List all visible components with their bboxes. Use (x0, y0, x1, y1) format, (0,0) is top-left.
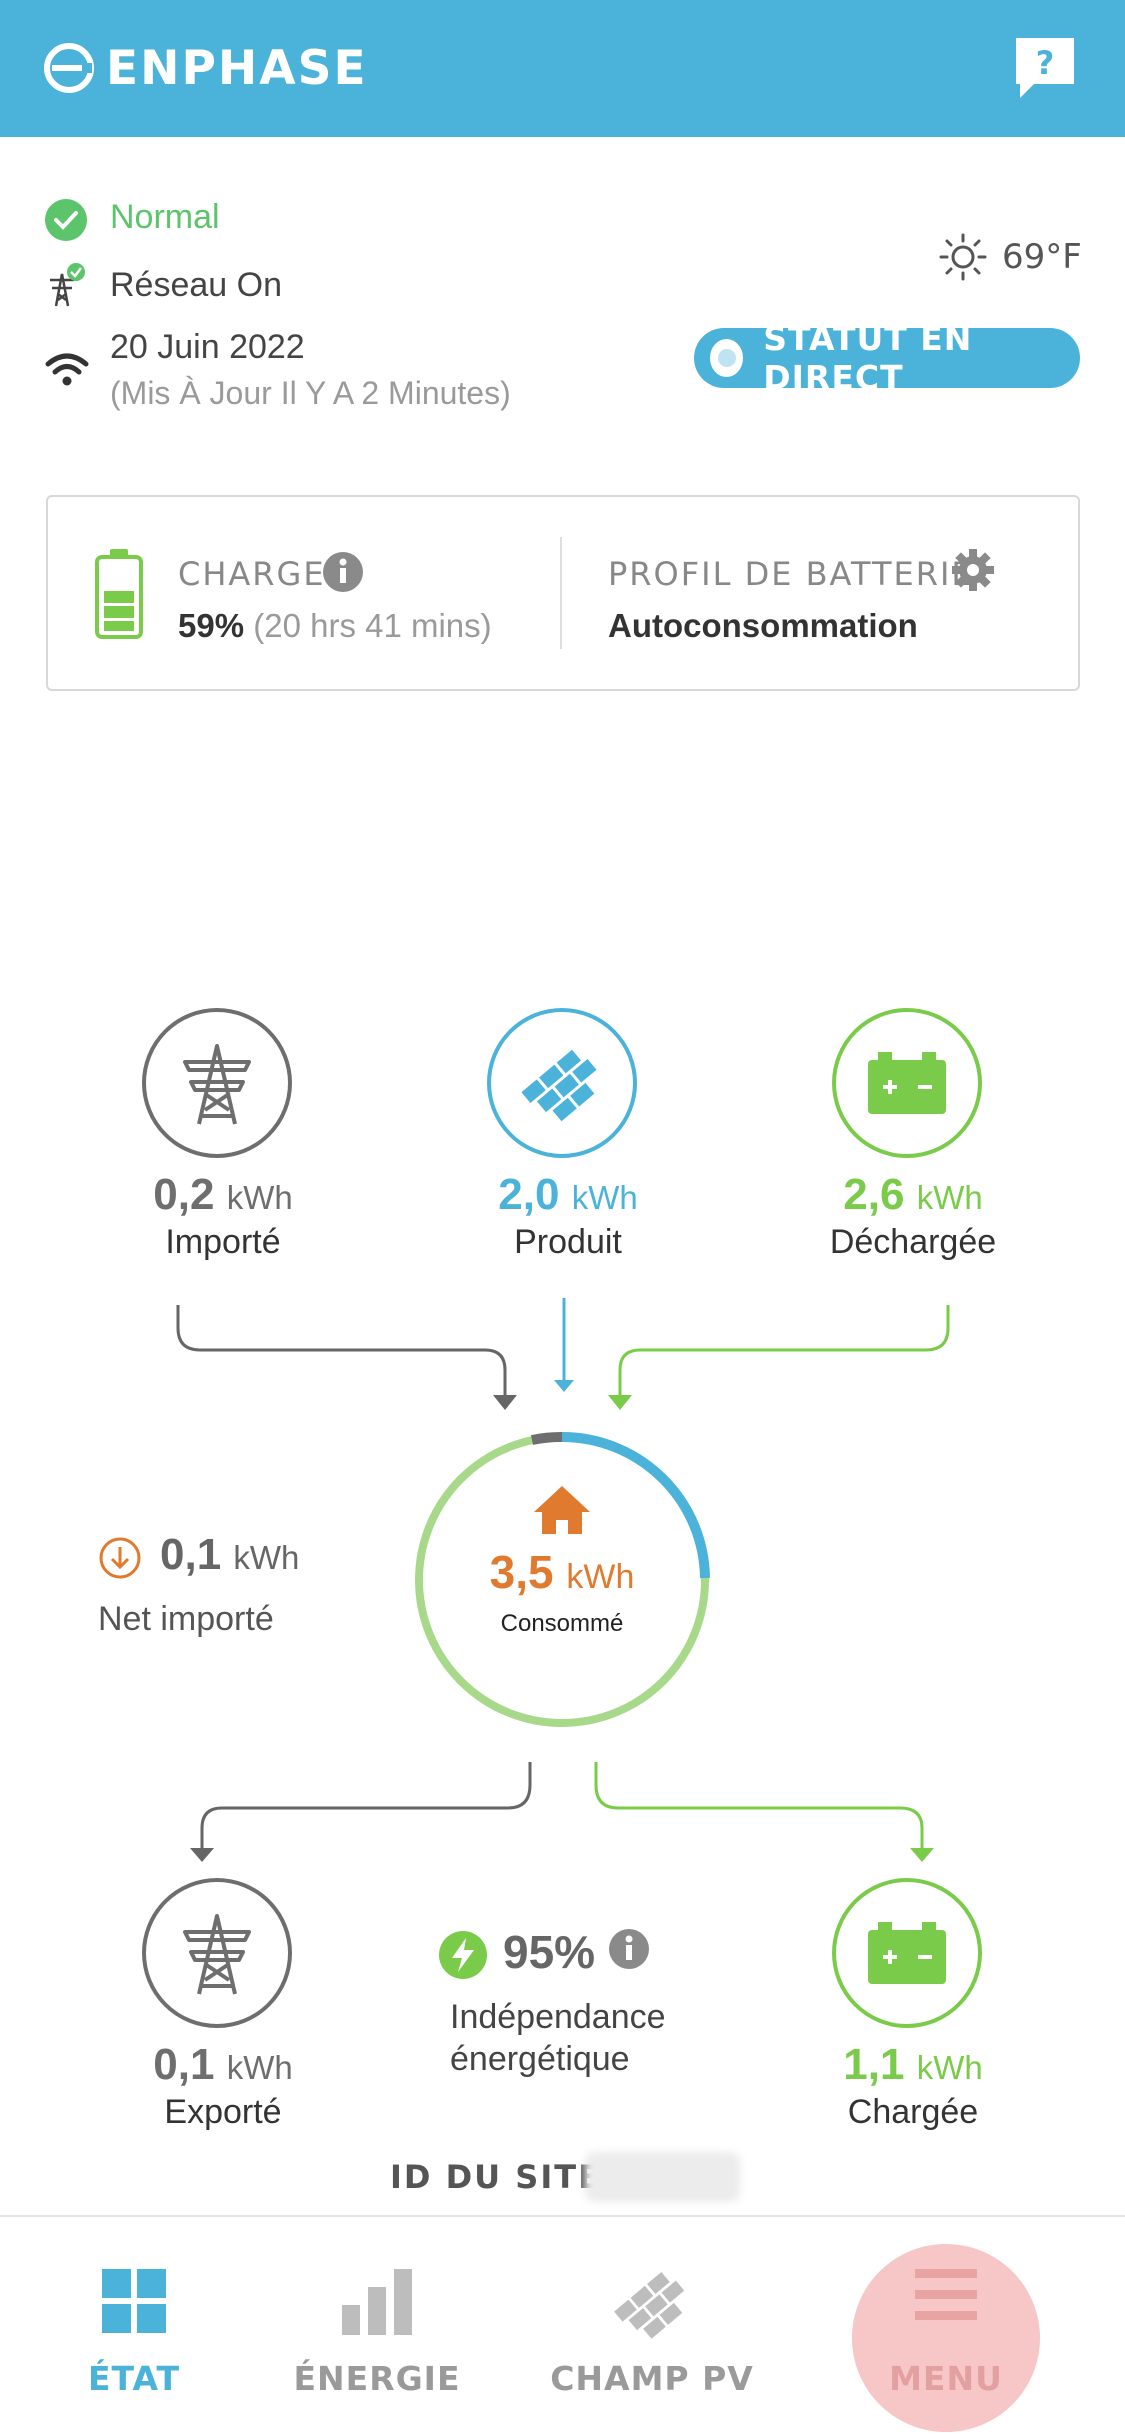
nav-label-etat: ÉTAT (88, 2359, 180, 2398)
bottom-navigation: ÉTAT ÉNERGIE CHAMP PV MENU (0, 2215, 1125, 2436)
independence-value: 95% (503, 1926, 596, 1978)
nav-label-menu: MENU (889, 2359, 1003, 2398)
charged-value: 1,1 kWh (843, 2040, 983, 2089)
solar-panel-icon (614, 2272, 685, 2339)
grid-icon (102, 2269, 166, 2333)
home-icon (534, 1486, 590, 1534)
nav-item-champ-pv[interactable]: CHAMP PV (532, 2217, 772, 2436)
site-id-redacted (585, 2152, 740, 2202)
bar-chart-icon (342, 2269, 412, 2335)
imported-value: 0,2 kWh (153, 1170, 293, 1219)
nav-label-champ-pv: CHAMP PV (550, 2359, 754, 2398)
nav-item-menu[interactable]: MENU (826, 2217, 1066, 2436)
produced-label: Produit (514, 1223, 622, 1261)
consumed-label: Consommé (500, 1610, 624, 1637)
net-imported-label: Net importé (98, 1600, 274, 1638)
solar-panel-icon (521, 1049, 597, 1122)
solar-production-node[interactable] (487, 1008, 637, 1158)
nav-label-energie: ÉNERGIE (293, 2359, 461, 2398)
menu-icon (915, 2269, 977, 2320)
info-icon[interactable] (608, 1928, 650, 1970)
grid-tower-icon (183, 1044, 251, 1125)
battery-icon (868, 1922, 946, 1984)
battery-charge-node[interactable] (832, 1878, 982, 2028)
charged-label: Chargée (847, 2093, 979, 2131)
discharged-label: Déchargée (829, 1223, 997, 1261)
consumed-value: 3,5 kWh (489, 1546, 635, 1598)
grid-tower-icon (183, 1914, 251, 1995)
produced-value: 2,0 kWh (498, 1170, 638, 1219)
exported-label: Exporté (164, 2093, 282, 2131)
exported-value: 0,1 kWh (153, 2040, 293, 2089)
imported-label: Importé (165, 1223, 281, 1261)
discharged-value: 2,6 kWh (843, 1170, 983, 1219)
battery-discharge-node[interactable] (832, 1008, 982, 1158)
independence-label: Indépendance énergétique (450, 1998, 666, 2078)
nav-item-energie[interactable]: ÉNERGIE (257, 2217, 497, 2436)
net-imported-value: 0,1 kWh (160, 1530, 300, 1579)
battery-icon (868, 1052, 946, 1114)
grid-import-node[interactable] (142, 1008, 292, 1158)
arrow-down-circle-icon (99, 1537, 141, 1579)
grid-export-node[interactable] (142, 1878, 292, 2028)
lightning-icon (439, 1931, 487, 1979)
nav-item-etat[interactable]: ÉTAT (14, 2217, 254, 2436)
